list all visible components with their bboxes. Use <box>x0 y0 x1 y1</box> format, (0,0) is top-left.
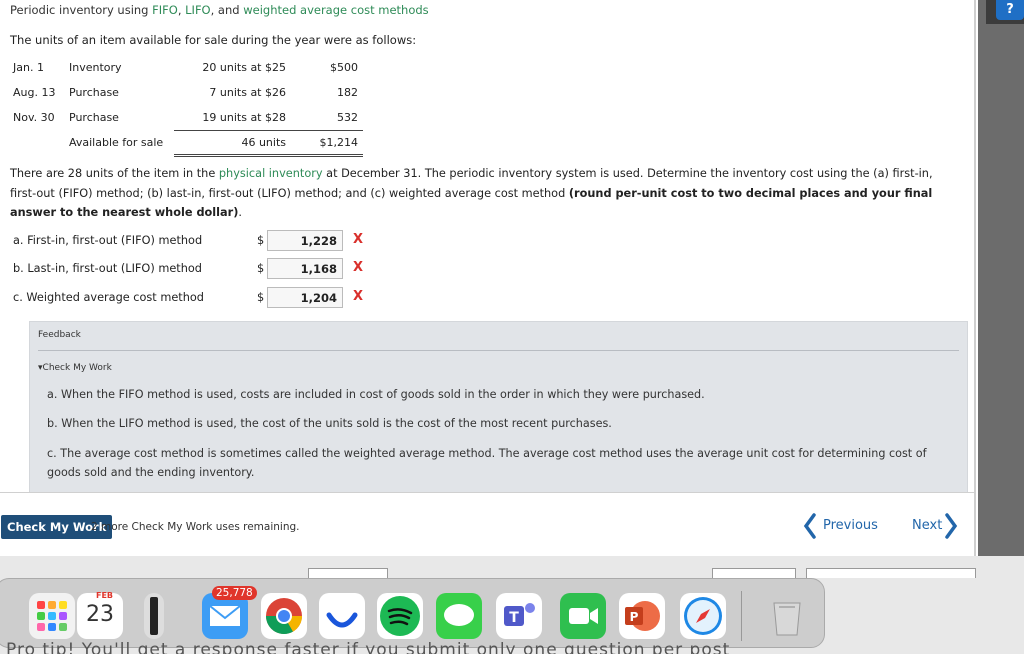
cost-cell: $500 <box>330 61 358 74</box>
date-cell: Aug. 13 <box>13 86 56 99</box>
table-row: Jan. 1 Inventory 20 units at $25 $500 <box>8 55 363 80</box>
date-cell: Jan. 1 <box>13 61 44 74</box>
units-cell: 20 units at $25 <box>202 61 286 74</box>
cost-cell: 532 <box>337 110 358 124</box>
dollar-sign: $ <box>257 262 265 275</box>
chevron-right-icon <box>945 513 958 539</box>
remaining-uses-text: 2 more Check My Work uses remaining. <box>91 521 300 533</box>
feedback-item: a. When the FIFO method is used, costs a… <box>47 388 705 401</box>
next-label: Next <box>912 518 943 533</box>
units-cell: 19 units at $28 <box>202 110 286 124</box>
intro-text: The units of an item available for sale … <box>10 33 417 47</box>
units-cell: 7 units at $26 <box>209 86 286 99</box>
table-row: Available for sale 46 units $1,214 <box>8 129 363 157</box>
trash-icon[interactable] <box>764 593 810 639</box>
help-button[interactable]: ? <box>996 0 1024 20</box>
units-total-cell: 46 units <box>174 129 291 157</box>
footer-bar: Check My Work 2 more Check My Work uses … <box>0 492 974 556</box>
desc-cell: Purchase <box>69 86 119 99</box>
svg-text:P: P <box>630 610 639 624</box>
table-row: Nov. 30 Purchase 19 units at $28 532 <box>8 105 363 130</box>
table-row: Aug. 13 Purchase 7 units at $26 182 <box>8 80 363 105</box>
answer-row-wac: c. Weighted average cost method $ 1,204 … <box>13 287 433 309</box>
chrome-icon[interactable] <box>261 593 307 639</box>
assignment-panel: Periodic inventory using FIFO, LIFO, and… <box>0 0 976 556</box>
powerpoint-icon[interactable]: P <box>619 593 665 639</box>
chevron-left-icon <box>803 513 816 539</box>
title-text: Periodic inventory using <box>10 3 153 17</box>
launchpad-icon[interactable] <box>29 593 75 639</box>
svg-text:T: T <box>509 610 519 626</box>
cost-cell: 182 <box>337 86 358 99</box>
problem-statement: There are 28 units of the item in the ph… <box>10 164 962 223</box>
physical-inventory-link[interactable]: physical inventory <box>219 167 323 180</box>
answer-row-lifo: b. Last-in, first-out (LIFO) method $ 1,… <box>13 258 433 280</box>
previous-button[interactable]: Previous <box>803 513 878 539</box>
incorrect-icon: X <box>353 260 364 275</box>
lifo-link[interactable]: LIFO <box>185 3 210 17</box>
date-cell <box>8 130 64 155</box>
background-window-tab <box>712 568 796 578</box>
cost-total-cell: $1,214 <box>291 129 363 157</box>
messages-icon[interactable] <box>436 593 482 639</box>
dock: T P <box>0 578 825 648</box>
title-sep: , and <box>210 3 244 17</box>
answer-row-fifo: a. First-in, first-out (FIFO) method $ 1… <box>13 230 433 252</box>
previous-label: Previous <box>823 518 878 533</box>
problem-text: . <box>238 206 242 219</box>
mail-badge: 25,778 <box>212 586 257 600</box>
fifo-answer-input[interactable]: 1,228 <box>267 230 343 251</box>
background-window-tab <box>308 568 388 578</box>
divider <box>38 350 959 351</box>
facetime-icon[interactable] <box>560 593 606 639</box>
dollar-sign: $ <box>257 291 265 304</box>
page-title: Periodic inventory using FIFO, LIFO, and… <box>10 3 429 17</box>
dollar-sign: $ <box>257 234 265 247</box>
weighted-average-link[interactable]: weighted average cost methods <box>243 3 428 17</box>
check-my-work-label: Check My Work <box>42 363 112 373</box>
audio-icon[interactable] <box>144 593 164 639</box>
answer-label: a. First-in, first-out (FIFO) method <box>13 234 203 247</box>
feedback-panel: Feedback ▾Check My Work a. When the FIFO… <box>29 321 968 497</box>
desc-cell: Inventory <box>69 61 122 74</box>
background-window-tab <box>806 568 976 578</box>
feedback-item: c. The average cost method is sometimes … <box>47 447 927 479</box>
safari-icon[interactable] <box>680 593 726 639</box>
problem-text: There are 28 units of the item in the <box>10 167 219 180</box>
answer-label: c. Weighted average cost method <box>13 291 204 304</box>
dock-divider <box>741 591 742 641</box>
check-my-work-toggle[interactable]: ▾Check My Work <box>38 363 112 373</box>
spotify-icon[interactable] <box>377 593 423 639</box>
inventory-table: Jan. 1 Inventory 20 units at $25 $500 Au… <box>8 55 363 157</box>
calendar-month: FEB <box>96 591 114 600</box>
incorrect-icon: X <box>353 232 364 247</box>
desc-cell: Purchase <box>69 111 119 124</box>
window-edge <box>978 0 1024 578</box>
pro-tip-text: Pro tip! You'll get a response faster if… <box>6 640 731 654</box>
calendar-day: 23 <box>86 602 114 627</box>
date-cell: Nov. 30 <box>13 111 55 124</box>
wac-answer-input[interactable]: 1,204 <box>267 287 343 308</box>
feedback-item: b. When the LIFO method is used, the cos… <box>47 417 612 430</box>
desc-cell: Available for sale <box>69 136 164 149</box>
teams-icon[interactable]: T <box>496 593 542 639</box>
webex-icon[interactable] <box>319 593 365 639</box>
lifo-answer-input[interactable]: 1,168 <box>267 258 343 279</box>
incorrect-icon: X <box>353 289 364 304</box>
feedback-title: Feedback <box>38 330 81 340</box>
answer-label: b. Last-in, first-out (LIFO) method <box>13 262 202 275</box>
fifo-link[interactable]: FIFO <box>152 3 178 17</box>
